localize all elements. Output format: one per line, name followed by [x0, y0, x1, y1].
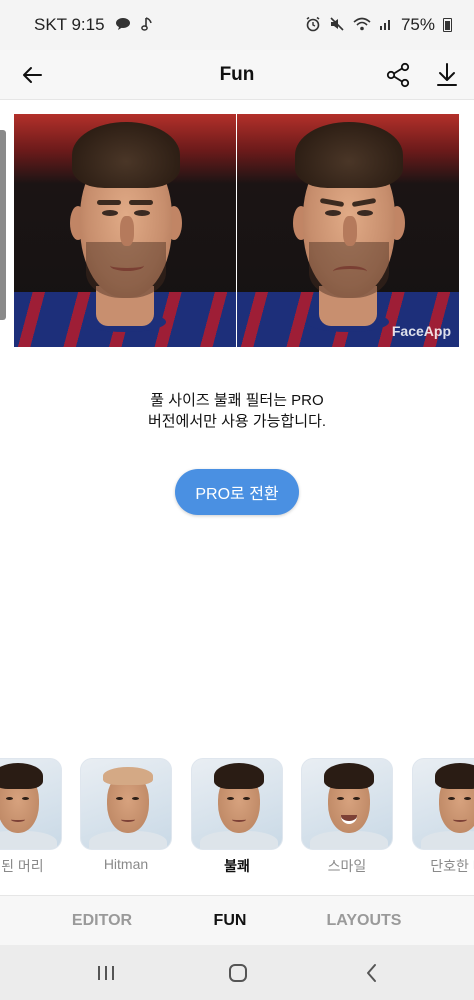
music-note-icon: [140, 16, 153, 35]
filter-thumbnail: [412, 758, 474, 850]
status-left: SKT 9:15: [34, 15, 153, 35]
filter-label: 색된 머리: [0, 858, 44, 874]
filter-item[interactable]: 단호한 머: [412, 758, 474, 876]
recents-button[interactable]: [90, 957, 122, 989]
filter-strip[interactable]: 색된 머리 Hitman 불쾌 스마일 단호한 머: [0, 758, 474, 878]
system-back-button[interactable]: [356, 957, 388, 989]
filtered-photo: FaceApp: [237, 114, 459, 347]
home-icon: [229, 964, 247, 982]
download-button[interactable]: [431, 59, 463, 91]
home-button[interactable]: [222, 957, 254, 989]
filter-item[interactable]: 색된 머리: [0, 758, 62, 876]
message-line-2: 버전에서만 사용 가능합니다.: [147, 413, 327, 430]
pro-only-message: 풀 사이즈 불쾌 필터는 PRO 버전에서만 사용 가능합니다.: [0, 390, 474, 432]
filter-label: 불쾌: [224, 858, 250, 874]
status-bar: SKT 9:15 75%: [0, 0, 474, 50]
tab-fun[interactable]: FUN: [196, 896, 264, 946]
battery-icon: [443, 18, 452, 32]
message-bubble-icon: [115, 17, 131, 34]
signal-icon: [379, 17, 393, 34]
switch-to-pro-button[interactable]: PRO로 전환: [175, 469, 299, 515]
carrier-time: SKT 9:15: [34, 15, 105, 34]
scroll-handle[interactable]: [0, 130, 6, 320]
bottom-tab-bar: EDITOR FUN LAYOUTS: [0, 895, 474, 945]
wifi-icon: [353, 17, 371, 34]
recents-icon: [98, 966, 114, 980]
faceapp-watermark: FaceApp: [391, 323, 451, 339]
filter-item[interactable]: Hitman: [80, 758, 172, 872]
original-photo: [14, 114, 236, 347]
filter-thumbnail: [191, 758, 283, 850]
mute-icon: [329, 16, 345, 35]
filter-label: Hitman: [103, 856, 149, 872]
tab-layouts[interactable]: LAYOUTS: [318, 896, 410, 946]
system-nav-bar: [0, 945, 474, 1000]
tab-editor[interactable]: EDITOR: [60, 896, 144, 946]
share-button[interactable]: [382, 59, 414, 91]
app-bar: Fun: [0, 50, 474, 100]
status-right: 75%: [305, 15, 452, 35]
filter-label: 스마일: [327, 858, 367, 874]
back-arrow-icon: [23, 67, 42, 83]
filter-thumbnail: [301, 758, 393, 850]
filter-thumbnail: [80, 758, 172, 850]
filter-thumbnail: [0, 758, 62, 850]
back-icon: [367, 964, 376, 982]
battery-percent: 75%: [400, 15, 435, 34]
filter-label: 단호한 머: [430, 858, 474, 874]
before-after-comparison: FaceApp: [14, 114, 459, 347]
back-button[interactable]: [16, 59, 48, 91]
download-icon: [437, 63, 457, 86]
message-line-1: 풀 사이즈 불쾌 필터는 PRO: [150, 392, 324, 409]
filter-item[interactable]: 스마일: [301, 758, 393, 876]
share-icon: [386, 62, 410, 88]
alarm-icon: [305, 16, 321, 35]
filter-item-selected[interactable]: 불쾌: [191, 758, 283, 876]
